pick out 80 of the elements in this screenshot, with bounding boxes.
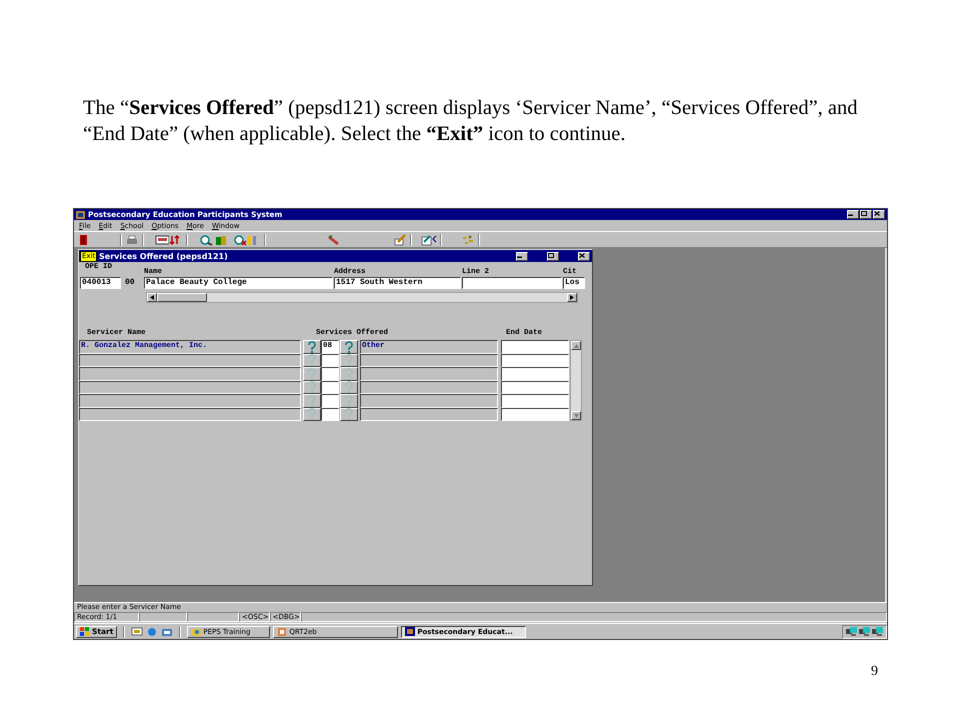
question-icon [306, 394, 318, 407]
pencil-note-icon[interactable] [393, 234, 407, 246]
scroll-right-icon [570, 295, 574, 300]
folder-icon [191, 627, 202, 636]
app-icon [405, 627, 416, 636]
input-field[interactable]: Palace Beauty College [144, 277, 333, 289]
screen-icon[interactable] [155, 234, 169, 246]
magnifier-icon[interactable] [199, 234, 213, 246]
table-cell[interactable] [501, 408, 569, 421]
table-cell[interactable] [321, 367, 339, 380]
maximize-icon [548, 252, 554, 258]
desktop-icon[interactable] [131, 626, 144, 636]
minimize-button[interactable] [516, 252, 528, 260]
table-cell[interactable] [321, 354, 339, 367]
question-icon [306, 381, 318, 394]
table-cell[interactable] [360, 394, 498, 408]
table-cell[interactable] [501, 394, 569, 408]
question-icon [343, 354, 355, 366]
question-icon [343, 381, 355, 394]
question-icon [306, 354, 318, 366]
question-icon [343, 394, 355, 407]
table-cell[interactable] [79, 380, 301, 394]
table-cell[interactable] [79, 354, 301, 367]
maximize-button[interactable] [860, 210, 872, 219]
table-cell[interactable] [501, 380, 569, 394]
question-icon [306, 340, 318, 353]
input-field[interactable]: 1517 South Western [334, 277, 461, 289]
table-cell[interactable] [321, 394, 339, 408]
page-number: 9 [871, 664, 878, 679]
maximize-button[interactable] [547, 252, 559, 260]
question-icon [343, 340, 355, 353]
table-cell[interactable] [501, 367, 569, 380]
question-icon [343, 408, 355, 420]
table-cell[interactable] [360, 408, 498, 421]
pencil-icon[interactable] [327, 234, 341, 246]
scroll-down-icon [574, 414, 578, 418]
document-icon [277, 627, 288, 636]
scroll-up-icon [574, 344, 578, 348]
app-icon [76, 210, 85, 218]
status-panel [139, 612, 187, 622]
mail-icon[interactable] [161, 626, 174, 636]
table-cell[interactable] [79, 367, 301, 380]
table-cell[interactable] [321, 380, 339, 394]
question-icon [306, 368, 318, 380]
vertical-scrollbar[interactable] [570, 340, 582, 421]
scroll-thumb[interactable] [157, 293, 207, 302]
table-cell[interactable] [79, 394, 301, 408]
network-icon[interactable] [859, 627, 870, 636]
close-icon [579, 252, 585, 258]
minimize-button[interactable] [847, 210, 859, 219]
table-cell[interactable] [360, 367, 498, 380]
network-icon[interactable] [872, 627, 883, 636]
table-cell[interactable] [501, 354, 569, 367]
close-button[interactable] [578, 252, 590, 260]
magnifier-cross-icon[interactable] [233, 234, 247, 246]
lookup-button[interactable] [340, 340, 358, 354]
table-cell[interactable] [79, 408, 301, 421]
horizontal-scrollbar[interactable] [146, 292, 578, 303]
input-field[interactable]: 040013 [80, 277, 121, 289]
instruction-text: The “Services Offered” (pepsd121) screen displays ‘Servicer Name’, “Services Offered”, and “End Date” (when applicable). Select the “Exit” icon to continue. [83, 96, 859, 147]
table-cell[interactable] [360, 354, 498, 367]
field-value: 00 [124, 277, 136, 289]
lookup-button[interactable] [303, 340, 321, 354]
table-cell[interactable] [360, 380, 498, 394]
status-panel [187, 612, 239, 622]
table-cell[interactable] [501, 340, 569, 354]
question-icon [306, 408, 318, 420]
windows-logo-icon [80, 627, 90, 636]
window-title: Services Offered (pepsd121) [99, 252, 228, 260]
maximize-icon [861, 211, 867, 216]
close-button[interactable] [873, 210, 885, 219]
scroll-left-icon [150, 295, 154, 300]
question-icon [343, 368, 355, 380]
edit-back-icon[interactable] [421, 234, 437, 246]
printer-icon[interactable] [125, 234, 139, 246]
network-icon[interactable] [846, 627, 857, 636]
input-field[interactable] [462, 277, 562, 289]
input-field[interactable]: Los [563, 277, 585, 289]
close-icon [874, 211, 880, 216]
table-cell[interactable] [321, 408, 339, 421]
